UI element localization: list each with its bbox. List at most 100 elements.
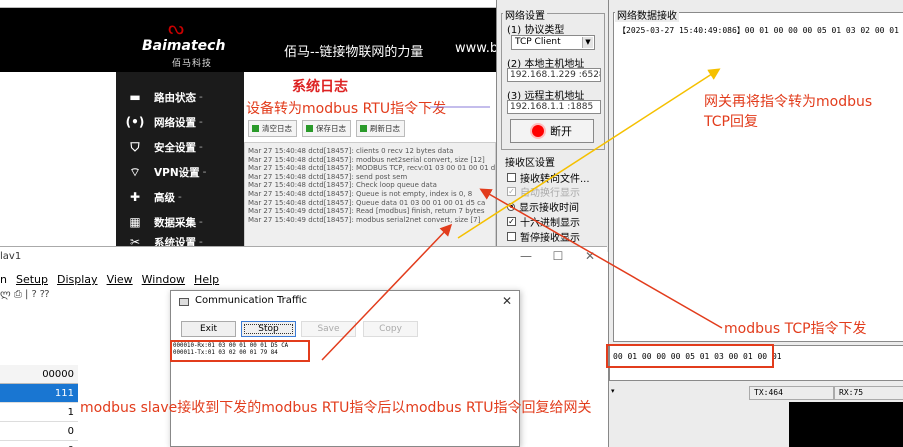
save-log-button[interactable]: 保存日志 xyxy=(302,120,351,137)
save-icon xyxy=(306,125,313,132)
router-sidebar: ▬ 路由状态 - (•) 网络设置 - ⛉ 安全设置 - ⌔ VPN设置 - ✚… xyxy=(116,72,244,252)
annotation-tcp-reply: 网关再将指令转为modbus TCP回复 xyxy=(704,94,873,130)
refresh-icon xyxy=(360,125,367,132)
menu-item-help[interactable]: Help xyxy=(194,273,219,286)
recv-to-file-checkbox[interactable]: 接收转向文件... xyxy=(507,170,590,185)
log-line: Mar 27 15:40:48 dctd[18457]: Check loop … xyxy=(248,181,437,190)
dashboard-icon: ▬ xyxy=(129,90,141,104)
menu-item-window[interactable]: Window xyxy=(142,273,185,286)
log-line: Mar 27 15:40:49 dctd[18457]: Read [modbu… xyxy=(248,207,485,216)
dialog-titlebar: Communication Traffic ✕ xyxy=(171,291,519,313)
save-button[interactable]: Save xyxy=(301,321,356,337)
log-line: Mar 27 15:40:48 dctd[18457]: modbus net2… xyxy=(248,155,485,164)
brand-url: www.b xyxy=(455,41,499,56)
gear-icon: ✚ xyxy=(129,190,141,204)
option-label: 自动换行显示 xyxy=(520,188,580,199)
chevron-down-icon[interactable]: ▼ xyxy=(582,37,593,48)
register-table: 00000 111 1 0 0 xyxy=(0,365,78,447)
caret-icon: - xyxy=(178,191,182,203)
log-line: Mar 27 15:40:48 dctd[18457]: MODBUS TCP,… xyxy=(248,164,496,173)
menu-item-display[interactable]: Display xyxy=(57,273,98,286)
net-recv-textarea[interactable]: 【2025-03-27 15:40:49:086】00 01 00 00 00 … xyxy=(613,12,903,342)
router-header: ᔓ Baimatech 佰马科技 佰马--链接物联网的力量 www.b xyxy=(0,8,499,72)
dialog-title: Communication Traffic xyxy=(195,295,308,306)
annotation-rtu-down: 设备转为modbus RTU指令下发 xyxy=(246,101,447,117)
recv-text: 【2025-03-27 15:40:49:086】00 01 00 00 00 … xyxy=(618,26,899,35)
group-label: 接收区设置 xyxy=(503,154,557,169)
highlight-traffic-box xyxy=(170,340,310,362)
table-row[interactable]: 0 xyxy=(0,422,78,441)
communication-traffic-dialog: Communication Traffic ✕ Exit Stop Save C… xyxy=(170,290,520,447)
show-time-radio[interactable]: 显示接收时间 xyxy=(507,199,579,214)
clear-icon xyxy=(252,125,259,132)
table-header: 00000 xyxy=(0,365,78,384)
database-icon: ▦ xyxy=(129,215,141,229)
resize-icon: ▾ xyxy=(611,387,615,395)
brand-sub: 佰马科技 xyxy=(172,59,213,69)
table-row[interactable]: 0 xyxy=(0,441,78,447)
table-row[interactable]: 1 xyxy=(0,403,78,422)
option-label: 十六进制显示 xyxy=(520,218,580,229)
menu-item-view[interactable]: View xyxy=(107,273,133,286)
button-label: 清空日志 xyxy=(262,124,292,133)
hex-display-checkbox[interactable]: ✓ 十六进制显示 xyxy=(507,214,580,229)
protocol-select[interactable]: TCP Client ▼ xyxy=(511,35,595,50)
window-controls: — ☐ ✕ xyxy=(510,249,606,263)
caret-icon: - xyxy=(199,216,203,228)
checkbox-box xyxy=(507,232,516,241)
radio-icon xyxy=(507,202,515,211)
menu-item-connection[interactable]: n xyxy=(0,273,7,286)
wifi-icon: ⌔ xyxy=(129,164,141,179)
menu-bar: n Setup Display View Window Help xyxy=(0,273,219,286)
option-label: 暂停接收显示 xyxy=(520,233,580,244)
button-label: 断开 xyxy=(550,125,572,138)
stop-button[interactable]: Stop xyxy=(241,321,296,337)
exit-button[interactable]: Exit xyxy=(181,321,236,337)
maximize-icon[interactable]: ☐ xyxy=(542,249,574,263)
log-line: Mar 27 15:40:48 dctd[18457]: Queue is no… xyxy=(248,189,473,198)
shield-icon: ⛉ xyxy=(130,139,140,154)
sidebar-item-label: 高级 xyxy=(154,191,175,204)
minimize-icon[interactable]: — xyxy=(510,249,542,263)
protocol-label: (1) 协议类型 xyxy=(507,25,565,36)
log-textarea[interactable]: Mar 27 15:40:48 dctd[18457]: clients 0 r… xyxy=(244,142,496,252)
checkbox-box: ✓ xyxy=(507,217,516,226)
checkbox-box: ✓ xyxy=(507,187,516,196)
annotation-slave-reply: modbus slave接收到下发的modbus RTU指令后以modbus R… xyxy=(80,400,592,416)
button-label: 保存日志 xyxy=(316,124,346,133)
log-toolbar: 清空日志 保存日志 刷新日志 xyxy=(248,120,405,137)
remote-host-input[interactable]: 192.168.1.1 :1885 xyxy=(507,100,601,114)
caret-icon: - xyxy=(199,141,203,153)
sidebar-item-label: 网络设置 xyxy=(154,116,196,129)
copy-button[interactable]: Copy xyxy=(363,321,418,337)
caret-icon: - xyxy=(199,116,203,128)
close-icon[interactable]: ✕ xyxy=(502,294,512,308)
auto-wrap-checkbox[interactable]: ✓ 自动换行显示 xyxy=(507,184,580,199)
network-icon: (•) xyxy=(125,115,145,129)
refresh-log-button[interactable]: 刷新日志 xyxy=(356,120,405,137)
close-icon[interactable]: ✕ xyxy=(574,249,606,263)
brand-name: Baimatech xyxy=(142,38,226,54)
toolbar[interactable]: ლ ⎙ | ? ⁇ xyxy=(0,289,170,305)
sidebar-item-label: VPN设置 xyxy=(154,166,200,179)
router-top-bar xyxy=(0,0,496,8)
option-label: 显示接收时间 xyxy=(519,203,579,214)
brand-slogan: 佰马--链接物联网的力量 xyxy=(284,45,424,60)
status-bar: ▾ TX:464 RX:75 xyxy=(609,386,903,400)
pause-display-checkbox[interactable]: 暂停接收显示 xyxy=(507,229,580,244)
page-title: 系统日志 xyxy=(292,79,348,95)
sidebar-item-label: 路由状态 xyxy=(154,91,196,104)
protocol-value: TCP Client xyxy=(515,37,561,47)
checkbox-box xyxy=(507,173,516,182)
router-web-ui: ᔓ Baimatech 佰马科技 佰马--链接物联网的力量 www.b ▬ 路由… xyxy=(0,0,499,252)
local-host-input[interactable]: 192.168.1.229 :65288 xyxy=(507,68,601,82)
disconnect-button[interactable]: 断开 xyxy=(510,119,594,143)
menu-item-setup[interactable]: Setup xyxy=(16,273,48,286)
window-icon xyxy=(179,298,189,306)
option-label: 接收转向文件... xyxy=(520,174,590,185)
group-label: 网络设置 xyxy=(503,7,547,22)
clear-log-button[interactable]: 清空日志 xyxy=(248,120,297,137)
rx-counter: RX:75 xyxy=(834,386,903,400)
net-data-panel: 【2025-03-27 15:40:49:086】00 01 00 00 00 … xyxy=(608,0,903,447)
table-row[interactable]: 111 xyxy=(0,384,78,403)
